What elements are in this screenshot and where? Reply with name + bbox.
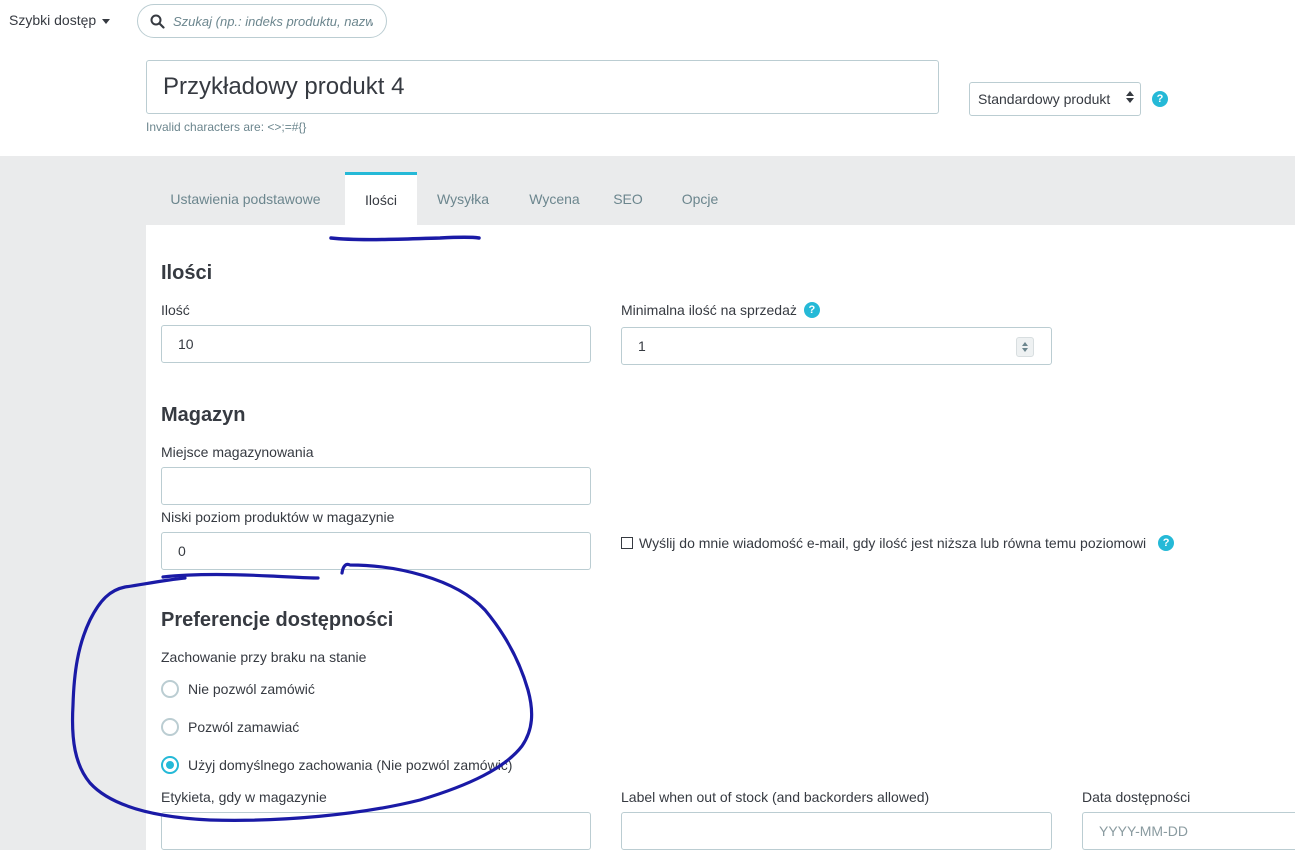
low-stock-input[interactable] <box>161 532 591 570</box>
product-type-select[interactable]: Standardowy produkt <box>969 82 1141 116</box>
quantities-heading: Ilości <box>161 262 213 284</box>
search-icon <box>150 14 165 29</box>
quantity-input[interactable] <box>161 325 591 363</box>
radio-label: Użyj domyślnego zachowania (Nie pozwól z… <box>188 757 513 773</box>
min-qty-input[interactable] <box>621 327 1052 365</box>
tab-shipping[interactable]: Wysyłka <box>417 172 509 225</box>
in-stock-label: Etykieta, gdy w magazynie <box>161 789 327 805</box>
radio-label: Nie pozwól zamówić <box>188 681 315 697</box>
caret-down-icon <box>102 18 111 24</box>
radio-button[interactable] <box>161 680 179 698</box>
radio-button-selected[interactable] <box>161 756 179 774</box>
quick-access-dropdown[interactable]: Szybki dostęp <box>9 12 111 28</box>
product-name-input[interactable] <box>146 60 939 114</box>
search-box[interactable] <box>137 4 387 38</box>
in-stock-label-input[interactable] <box>161 812 591 850</box>
product-tabs: Ustawienia podstawowe Ilości Wysyłka Wyc… <box>146 172 744 225</box>
stock-location-input[interactable] <box>161 467 591 505</box>
tab-seo[interactable]: SEO <box>600 172 656 225</box>
stock-heading: Magazyn <box>161 404 246 426</box>
product-type-value: Standardowy produkt <box>978 91 1111 107</box>
quick-access-label: Szybki dostęp <box>9 12 97 28</box>
select-arrows-icon <box>1126 91 1134 103</box>
tab-basic-settings[interactable]: Ustawienia podstawowe <box>146 172 345 225</box>
radio-label: Pozwól zamawiać <box>188 719 300 735</box>
help-icon[interactable]: ? <box>803 302 820 318</box>
out-of-stock-label: Label when out of stock (and backorders … <box>621 789 930 805</box>
out-of-stock-label-input[interactable] <box>621 812 1052 850</box>
quantity-label: Ilość <box>161 302 190 318</box>
low-stock-label: Niski poziom produktów w magazynie <box>161 509 395 525</box>
min-qty-label-row: Minimalna ilość na sprzedaż ? <box>621 302 820 318</box>
radio-default-behavior[interactable]: Użyj domyślnego zachowania (Nie pozwól z… <box>161 756 512 774</box>
min-qty-label: Minimalna ilość na sprzedaż <box>621 302 797 318</box>
availability-date-label: Data dostępności <box>1082 789 1191 805</box>
email-alert-label: Wyślij do mnie wiadomość e-mail, gdy ilo… <box>639 535 1147 551</box>
availability-heading: Preferencje dostępności <box>161 609 394 631</box>
tab-quantities[interactable]: Ilości <box>345 172 417 225</box>
radio-button[interactable] <box>161 718 179 736</box>
email-alert-checkbox[interactable] <box>621 537 633 549</box>
tab-options[interactable]: Opcje <box>656 172 744 225</box>
radio-allow-orders[interactable]: Pozwól zamawiać <box>161 718 299 736</box>
invalid-characters-note: Invalid characters are: <>;=#{} <box>146 120 307 134</box>
help-icon[interactable]: ? <box>1152 91 1168 107</box>
tab-pricing[interactable]: Wycena <box>509 172 600 225</box>
help-icon[interactable]: ? <box>1158 535 1175 551</box>
stepper-arrows-icon[interactable] <box>1016 337 1034 357</box>
stock-location-label: Miejsce magazynowania <box>161 444 314 460</box>
search-input[interactable] <box>171 12 375 30</box>
out-of-stock-behavior-label: Zachowanie przy braku na stanie <box>161 649 367 665</box>
availability-date-input[interactable] <box>1082 812 1295 850</box>
radio-deny-orders[interactable]: Nie pozwól zamówić <box>161 680 315 698</box>
email-alert-row: Wyślij do mnie wiadomość e-mail, gdy ilo… <box>621 535 1175 551</box>
